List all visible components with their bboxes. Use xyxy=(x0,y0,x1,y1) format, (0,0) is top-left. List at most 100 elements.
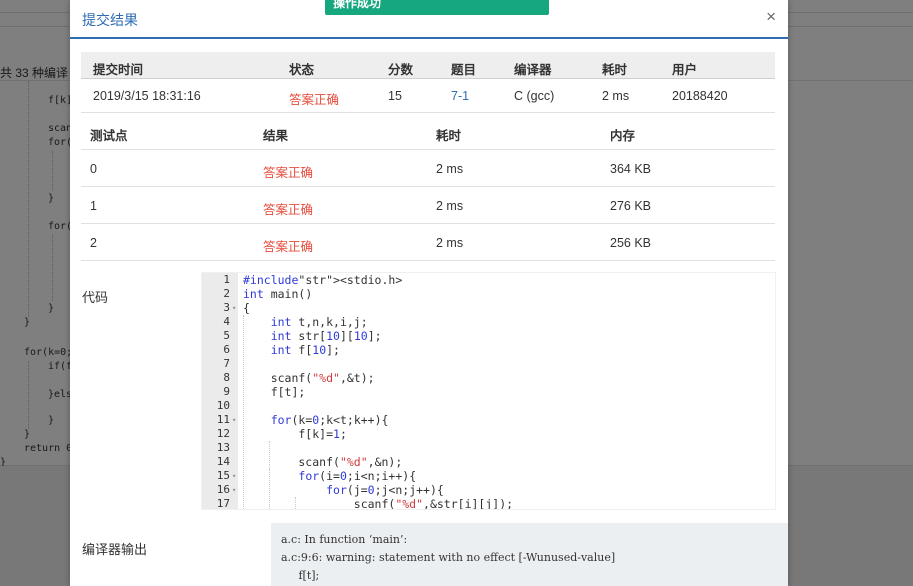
header-memory: 内存 xyxy=(610,129,636,143)
line-number: 10 xyxy=(216,399,230,412)
code-line: 16 ▾ for(j=0;j<n;j++){ xyxy=(202,483,762,497)
line-number: 2 xyxy=(223,287,230,300)
compiler-output-line: a.c: In function ‘main’: xyxy=(281,533,408,546)
testcase-id: 2 xyxy=(90,236,97,250)
testcase-memory: 364 KB xyxy=(610,162,652,176)
testcase-time: 2 ms xyxy=(436,162,464,176)
indent-guide xyxy=(269,441,270,469)
indent-guide xyxy=(295,497,296,509)
testcase-result: 答案正确 xyxy=(263,166,314,180)
testcase-memory: 256 KB xyxy=(610,236,652,250)
testcase-table-header: 测试点 结果 耗时 内存 xyxy=(81,113,775,150)
code-text: int main() xyxy=(243,287,313,301)
testcase-memory: 276 KB xyxy=(610,199,652,213)
code-line: 10 xyxy=(202,399,762,413)
compiler-output-line: a.c:9:6: warning: statement with no effe… xyxy=(281,551,616,564)
code-text: for(j=0;j<n;j++){ xyxy=(326,483,444,497)
code-text: #include"str"><stdio.h> xyxy=(243,273,403,287)
code-line: 5 int str[10][10]; xyxy=(202,329,762,343)
line-number: 6 xyxy=(223,343,230,356)
line-number: 3 xyxy=(223,301,230,314)
header-compiler: 编译器 xyxy=(514,63,552,77)
line-number: 9 xyxy=(223,385,230,398)
code-line: 14 scanf("%d",&n); xyxy=(202,455,762,469)
code-editor[interactable]: 1 #include"str"><stdio.h> 2 int main() 3 ▾{4 … xyxy=(201,272,776,510)
code-text: int f[10]; xyxy=(270,343,340,357)
testcase-result: 答案正确 xyxy=(263,203,314,217)
header-user: 用户 xyxy=(672,63,698,77)
header-problem: 题目 xyxy=(451,63,477,77)
compiler-output-label: 编译器输出 xyxy=(82,542,148,557)
testcase-time: 2 ms xyxy=(436,236,464,250)
line-number: 4 xyxy=(223,315,230,328)
problem-link[interactable]: 7-1 xyxy=(451,89,469,103)
user-value: 20188420 xyxy=(672,89,728,103)
code-label: 代码 xyxy=(82,290,109,305)
line-number: 7 xyxy=(223,357,230,370)
header-score: 分数 xyxy=(388,63,414,77)
code-text: for(k=0;k<t;k++){ xyxy=(270,413,389,427)
score-value: 15 xyxy=(388,89,402,103)
header-status: 状态 xyxy=(289,63,315,77)
success-toast: 操作成功 xyxy=(325,0,549,15)
indent-guide xyxy=(243,315,244,509)
table-row: 2 答案正确 2 ms 256 KB xyxy=(81,224,775,261)
fold-toggle-icon[interactable]: ▾ xyxy=(232,469,236,483)
code-text: { xyxy=(243,301,250,315)
code-line: 8 scanf("%d",&t); xyxy=(202,371,762,385)
fold-toggle-icon[interactable]: ▾ xyxy=(232,483,236,497)
summary-table-header: 提交时间 状态 分数 题目 编译器 耗时 用户 xyxy=(81,52,775,79)
close-icon[interactable]: × xyxy=(766,8,776,25)
line-number: 13 xyxy=(216,441,230,454)
code-text: f[t]; xyxy=(243,385,306,399)
code-line: 12 f[k]=1; xyxy=(202,427,762,441)
code-line: 9 f[t]; xyxy=(202,385,762,399)
line-number: 17 xyxy=(216,497,230,510)
status-badge: 答案正确 xyxy=(289,93,340,107)
header-submit-time: 提交时间 xyxy=(93,63,144,77)
code-line: 4 int t,n,k,i,j; xyxy=(202,315,762,329)
compiler-output: a.c: In function ‘main’: a.c:9:6: warnin… xyxy=(271,523,788,586)
code-line: 2 int main() xyxy=(202,287,762,301)
code-text: int str[10][10]; xyxy=(270,329,382,343)
compiler-value: C (gcc) xyxy=(514,89,555,103)
submit-time: 2019/3/15 18:31:16 xyxy=(93,89,201,103)
code-text: scanf("%d",&str[i][j]); xyxy=(243,497,514,510)
fold-toggle-icon[interactable]: ▾ xyxy=(232,301,236,315)
code-text: f[k]=1; xyxy=(243,427,347,441)
code-line: 1 #include"str"><stdio.h> xyxy=(202,273,762,287)
table-row: 0 答案正确 2 ms 364 KB xyxy=(81,150,775,187)
testcase-id: 0 xyxy=(90,162,97,176)
modal-title: 提交结果 xyxy=(82,12,138,28)
header-elapsed: 耗时 xyxy=(602,63,628,77)
testcase-id: 1 xyxy=(90,199,97,213)
testcase-result: 答案正确 xyxy=(263,240,314,254)
code-line: 7 xyxy=(202,357,762,371)
code-line: 6 int f[10]; xyxy=(202,343,762,357)
line-number: 12 xyxy=(216,427,230,440)
line-number: 5 xyxy=(223,329,230,342)
table-row: 1 答案正确 2 ms 276 KB xyxy=(81,187,775,224)
indent-guide xyxy=(269,469,270,509)
line-number: 8 xyxy=(223,371,230,384)
code-line: 17 scanf("%d",&str[i][j]); xyxy=(202,497,762,510)
code-line: 15 ▾ for(i=0;i<n;i++){ xyxy=(202,469,762,483)
submission-result-modal: 提交结果 × 提交时间 状态 分数 题目 编译器 耗时 用户 2019/3/15… xyxy=(70,0,788,586)
line-number: 15 xyxy=(216,469,230,482)
toast-text: 操作成功 xyxy=(333,0,382,10)
elapsed-value: 2 ms xyxy=(602,89,630,103)
header-testcase: 测试点 xyxy=(90,129,128,143)
compiler-output-line: f[t]; xyxy=(281,569,320,582)
code-line: 3 ▾ { xyxy=(202,301,762,315)
testcase-time: 2 ms xyxy=(436,199,464,213)
code-text: scanf("%d",&t); xyxy=(243,371,375,385)
fold-toggle-icon[interactable]: ▾ xyxy=(232,413,236,427)
code-line: 11 ▾ for(k=0;k<t;k++){ xyxy=(202,413,762,427)
code-text: scanf("%d",&n); xyxy=(243,455,403,469)
header-time: 耗时 xyxy=(436,129,462,143)
line-number: 16 xyxy=(216,483,230,496)
header-result: 结果 xyxy=(263,129,289,143)
code-line: 13 xyxy=(202,441,762,455)
code-text: int t,n,k,i,j; xyxy=(270,315,368,329)
line-number: 14 xyxy=(216,455,230,468)
